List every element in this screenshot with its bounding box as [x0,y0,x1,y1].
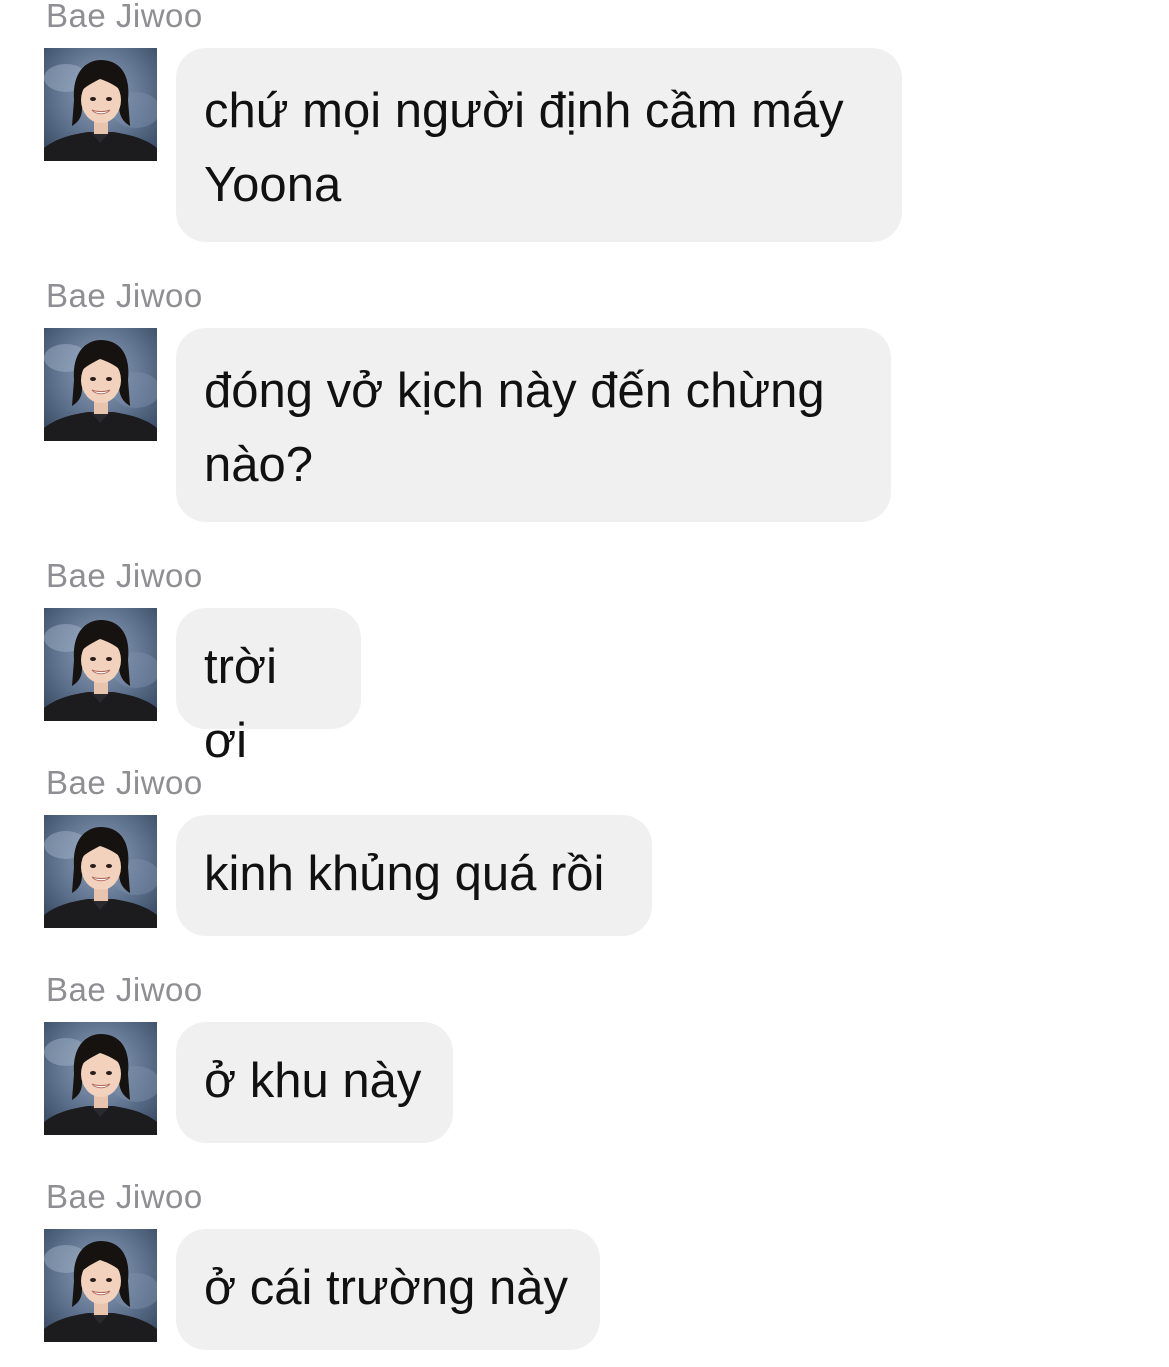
sender-name: Bae Jiwoo [46,557,203,594]
profile-photo-icon [44,1229,157,1342]
message-bubble[interactable]: trời ơi [176,608,361,768]
avatar[interactable] [44,1022,157,1135]
avatar[interactable] [44,608,157,721]
profile-photo-icon [44,1022,157,1135]
sender-name: Bae Jiwoo [46,277,203,314]
message-text: ở cái trường này [204,1261,568,1315]
sender-name: Bae Jiwoo [46,0,203,34]
message-text: chứ mọi người định cầm máy Yoona [204,84,844,212]
avatar[interactable] [44,48,157,161]
message-bubble[interactable]: kinh khủng quá rồi [176,815,652,936]
profile-photo-icon [44,608,157,721]
message-text: trời ơi [204,640,277,768]
message-bubble[interactable]: ở khu này [176,1022,453,1143]
sender-name: Bae Jiwoo [46,1178,203,1215]
profile-photo-icon [44,48,157,161]
sender-name: Bae Jiwoo [46,764,203,801]
sender-name: Bae Jiwoo [46,971,203,1008]
message-bubble[interactable]: đóng vở kịch này đến chừng nào? [176,328,891,522]
message-thread: Bae Jiwoo chứ mọi người định cầm máy Yoo… [0,0,1169,1367]
profile-photo-icon [44,815,157,928]
avatar[interactable] [44,815,157,928]
message-text: đóng vở kịch này đến chừng nào? [204,364,825,492]
message-bubble[interactable]: ở cái trường này [176,1229,600,1350]
profile-photo-icon [44,328,157,441]
avatar[interactable] [44,1229,157,1342]
avatar[interactable] [44,328,157,441]
message-text: ở khu này [204,1054,422,1108]
message-text: kinh khủng quá rồi [204,847,605,901]
message-bubble[interactable]: chứ mọi người định cầm máy Yoona [176,48,902,242]
